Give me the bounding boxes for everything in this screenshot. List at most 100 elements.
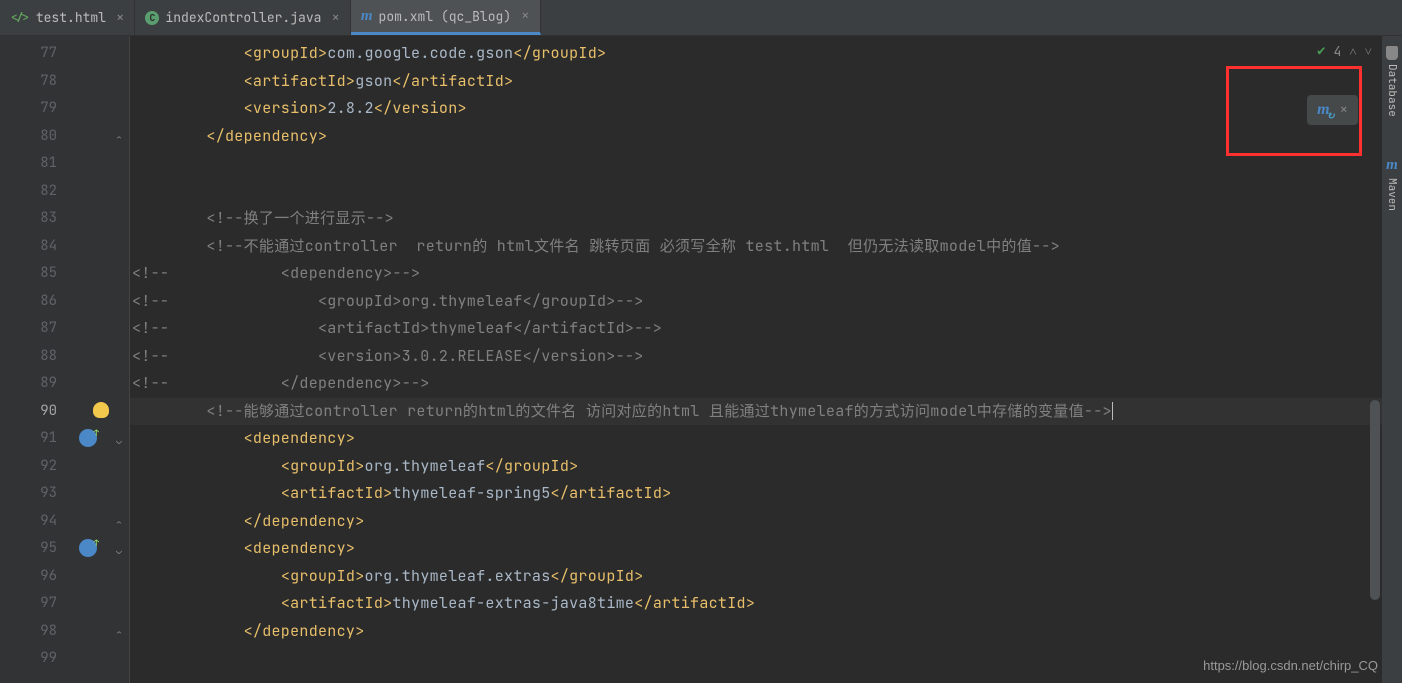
chevron-up-icon[interactable]: ˄	[1349, 43, 1356, 60]
maven-tool-button[interactable]: m Maven	[1385, 157, 1399, 211]
line-number[interactable]: 81	[0, 150, 75, 178]
gutter-row: ⌃	[75, 123, 129, 151]
line-number[interactable]: 77	[0, 40, 75, 68]
line-number[interactable]: 97	[0, 590, 75, 618]
check-icon: ✔	[1317, 42, 1325, 60]
line-number[interactable]: 92	[0, 453, 75, 481]
gutter-row	[75, 205, 129, 233]
scrollbar-thumb[interactable]	[1370, 400, 1380, 600]
line-number[interactable]: 88	[0, 343, 75, 371]
right-tool-strip: Database m Maven	[1382, 36, 1402, 683]
code-line[interactable]: </dependency>	[130, 123, 1402, 151]
gutter-row	[75, 563, 129, 591]
fold-start-icon[interactable]: ⌄	[116, 434, 125, 443]
gutter-row: ⌄	[75, 535, 129, 563]
gutter-row	[75, 288, 129, 316]
problem-count: 4	[1334, 43, 1342, 60]
line-number[interactable]: 78	[0, 68, 75, 96]
gutter-row	[75, 645, 129, 673]
gutter-icons: ⌃ ⌄ ⌃ ⌄ ⌃	[75, 36, 130, 683]
code-line[interactable]: <!--换了一个进行显示-->	[130, 205, 1402, 233]
code-line[interactable]: <!-- <dependency>-->	[130, 260, 1402, 288]
close-icon[interactable]: ×	[1340, 101, 1348, 119]
maven-reload-icon[interactable]: m↻	[1317, 101, 1329, 119]
tool-label: Maven	[1385, 178, 1399, 211]
line-number[interactable]: 89	[0, 370, 75, 398]
line-number[interactable]: 86	[0, 288, 75, 316]
gutter-row	[75, 150, 129, 178]
fold-start-icon[interactable]: ⌄	[116, 544, 125, 553]
line-number[interactable]: 93	[0, 480, 75, 508]
line-number[interactable]: 95	[0, 535, 75, 563]
gutter-row	[75, 260, 129, 288]
gutter-row	[75, 315, 129, 343]
maven-icon: m	[1386, 157, 1398, 174]
tab-index-controller[interactable]: C indexController.java ×	[135, 0, 350, 35]
code-line[interactable]: <!-- <version>3.0.2.RELEASE</version>-->	[130, 343, 1402, 371]
fold-end-icon[interactable]: ⌃	[116, 132, 125, 141]
gutter-row	[75, 68, 129, 96]
close-icon[interactable]: ×	[112, 9, 124, 27]
gutter-row	[75, 40, 129, 68]
code-line[interactable]: <version>2.8.2</version>	[130, 95, 1402, 123]
line-number[interactable]: 98	[0, 618, 75, 646]
code-line[interactable]	[130, 150, 1402, 178]
gutter-row	[75, 453, 129, 481]
fold-end-icon[interactable]: ⌃	[116, 627, 125, 636]
code-line[interactable]	[130, 178, 1402, 206]
gutter-row	[75, 480, 129, 508]
tool-label: Database	[1385, 64, 1399, 117]
code-line[interactable]: <artifactId>thymeleaf-spring5</artifactI…	[130, 480, 1402, 508]
tab-pom-xml[interactable]: m pom.xml (qc_Blog) ×	[351, 0, 541, 35]
code-line[interactable]: <groupId>com.google.code.gson</groupId>	[130, 40, 1402, 68]
code-line[interactable]: </dependency>	[130, 508, 1402, 536]
code-line[interactable]: <groupId>org.thymeleaf.extras</groupId>	[130, 563, 1402, 591]
gutter-row	[75, 590, 129, 618]
line-number[interactable]: 79	[0, 95, 75, 123]
line-number[interactable]: 91	[0, 425, 75, 453]
suggestion-icon[interactable]	[79, 429, 97, 447]
code-line[interactable]: <artifactId>gson</artifactId>	[130, 68, 1402, 96]
code-line[interactable]: <!-- <groupId>org.thymeleaf</groupId>-->	[130, 288, 1402, 316]
code-line[interactable]: </dependency>	[130, 618, 1402, 646]
line-number[interactable]: 83	[0, 205, 75, 233]
close-icon[interactable]: ×	[517, 7, 529, 25]
line-number[interactable]: 94	[0, 508, 75, 536]
gutter-row: ⌄	[75, 425, 129, 453]
code-line[interactable]: <!-- <artifactId>thymeleaf</artifactId>-…	[130, 315, 1402, 343]
line-number[interactable]: 84	[0, 233, 75, 261]
line-number[interactable]: 99	[0, 645, 75, 673]
chevron-down-icon[interactable]: ˅	[1365, 43, 1372, 60]
code-line[interactable]: <dependency>	[130, 425, 1402, 453]
gutter-row	[75, 178, 129, 206]
line-number[interactable]: 80	[0, 123, 75, 151]
code-content[interactable]: <groupId>com.google.code.gson</groupId> …	[130, 36, 1402, 683]
code-line[interactable]: <groupId>org.thymeleaf</groupId>	[130, 453, 1402, 481]
tab-test-html[interactable]: </> test.html ×	[0, 0, 135, 35]
gutter-row: ⌃	[75, 618, 129, 646]
line-number[interactable]: 90	[0, 398, 75, 426]
line-number[interactable]: 85	[0, 260, 75, 288]
gutter-row: ⌃	[75, 508, 129, 536]
code-line[interactable]: <dependency>	[130, 535, 1402, 563]
tab-label: pom.xml (qc_Blog)	[379, 8, 512, 25]
close-icon[interactable]: ×	[327, 9, 339, 27]
fold-end-icon[interactable]: ⌃	[116, 517, 125, 526]
tab-label: indexController.java	[165, 9, 321, 26]
line-number[interactable]: 82	[0, 178, 75, 206]
database-tool-button[interactable]: Database	[1385, 46, 1399, 117]
html-icon: </>	[10, 11, 30, 25]
intention-bulb-icon[interactable]	[93, 402, 109, 418]
code-line[interactable]: <!--不能通过controller return的 html文件名 跳转页面 …	[130, 233, 1402, 261]
tab-label: test.html	[36, 9, 106, 26]
line-number[interactable]: 87	[0, 315, 75, 343]
code-line[interactable]: <artifactId>thymeleaf-extras-java8time</…	[130, 590, 1402, 618]
line-number[interactable]: 96	[0, 563, 75, 591]
editor-tabs: </> test.html × C indexController.java ×…	[0, 0, 1402, 36]
gutter-row	[75, 370, 129, 398]
inspection-status[interactable]: ✔ 4 ˄ ˅	[1317, 42, 1372, 60]
code-line[interactable]: <!--能够通过controller return的html的文件名 访问对应的…	[130, 398, 1402, 426]
line-number-gutter: 7778798081828384858687888990919293949596…	[0, 36, 75, 683]
suggestion-icon[interactable]	[79, 539, 97, 557]
code-line[interactable]: <!-- </dependency>-->	[130, 370, 1402, 398]
